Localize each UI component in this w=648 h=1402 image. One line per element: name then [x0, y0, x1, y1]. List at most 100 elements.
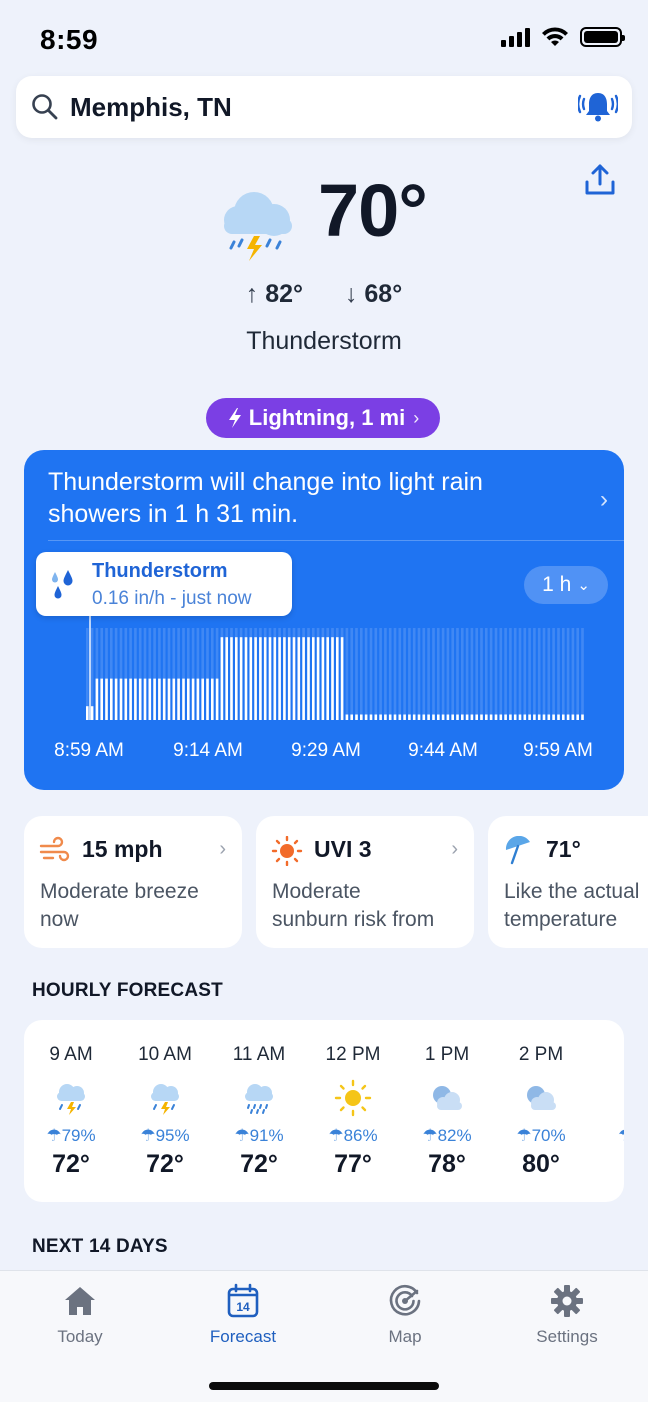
precipitation-bar — [331, 637, 334, 720]
bar-track — [552, 628, 555, 720]
precipitation-bar — [206, 678, 209, 720]
hour-temperature: 77° — [334, 1150, 372, 1178]
precipitation-bar — [552, 714, 555, 720]
precipitation-bar — [437, 714, 440, 720]
cloudy-icon — [527, 1086, 556, 1110]
tab-forecast[interactable]: 14 Forecast — [178, 1271, 308, 1351]
raindrops-icon — [52, 570, 73, 599]
precipitation-bar — [384, 714, 387, 720]
bar-track — [547, 628, 551, 720]
tooltip-title: Thunderstorm — [92, 560, 228, 582]
chevron-right-icon: › — [413, 407, 420, 428]
feels-like-temperature: 71° — [546, 836, 581, 862]
radar-icon — [389, 1284, 421, 1316]
bar-track — [461, 628, 464, 720]
precipitation-bar — [340, 637, 344, 720]
bar-track — [566, 628, 570, 720]
hourly-forecast-item[interactable]: 9 AM ☂79% 72° — [24, 1020, 118, 1202]
precipitation-bar — [244, 637, 248, 720]
bar-track — [369, 628, 373, 720]
precipitation-bar — [225, 637, 228, 720]
wifi-icon — [542, 27, 568, 46]
precipitation-bar — [187, 678, 190, 720]
precipitation-bar — [110, 678, 113, 720]
precipitation-bar — [90, 706, 94, 720]
bar-track — [432, 628, 435, 720]
sun-icon — [271, 836, 303, 866]
precipitation-bar — [533, 714, 536, 720]
precipitation-bar — [470, 714, 474, 720]
tab-today[interactable]: Today — [15, 1271, 145, 1351]
precipitation-bar — [408, 714, 411, 720]
precipitation-bar — [211, 678, 214, 720]
bar-track — [576, 628, 579, 720]
precipitation-bar — [182, 678, 185, 720]
precipitation-bar — [254, 637, 257, 720]
precipitation-bar — [456, 714, 459, 720]
chevron-down-icon: ⌄ — [577, 577, 590, 594]
precipitation-nowcast-card[interactable]: Thunderstorm will change into light rain… — [24, 450, 624, 790]
precipitation-bar — [143, 678, 147, 720]
precipitation-bar — [571, 714, 575, 720]
precipitation-bar — [158, 678, 161, 720]
bar-track — [384, 628, 387, 720]
share-icon[interactable] — [582, 162, 618, 198]
wind-card[interactable]: 15 mph › Moderate breeze now — [24, 816, 242, 948]
uv-index-card[interactable]: UVI 3 › Moderate sunburn risk from — [256, 816, 474, 948]
bar-track — [494, 628, 498, 720]
hour-label: 2 PM — [518, 1044, 564, 1065]
precipitation-bar — [509, 714, 512, 720]
bar-track — [446, 628, 450, 720]
bar-track — [518, 628, 522, 720]
hourly-forecast-item[interactable]: 11 AM ☂91% 72° — [212, 1020, 306, 1202]
feels-like-card[interactable]: 71° Like the actual temperature — [488, 816, 648, 948]
precipitation-bar — [196, 678, 200, 720]
hourly-forecast-item[interactable]: 1 PM ☂82% 78° — [400, 1020, 494, 1202]
time-range-dropdown[interactable]: 1 h ⌄ — [524, 566, 608, 604]
hourly-forecast-card[interactable]: ☂ 9 AM ☂79% 72° 10 AM ☂95% 72° 11 AM ☂91% 72° 12 … — [24, 1020, 624, 1202]
precipitation-bar — [494, 714, 498, 720]
status-time: 8:59 — [40, 24, 99, 55]
tab-label: Settings — [536, 1327, 598, 1346]
bar-track — [571, 628, 575, 720]
hourly-forecast-item[interactable]: 12 PM ☂86% 77° — [306, 1020, 400, 1202]
precipitation-bar — [475, 714, 478, 720]
tab-settings[interactable]: Settings — [502, 1271, 632, 1351]
wind-icon — [39, 836, 70, 862]
tooltip-subtitle: 0.16 in/h - just now — [92, 588, 252, 609]
bar-track — [441, 628, 445, 720]
alert-bell-icon[interactable] — [578, 89, 618, 125]
hour-label: 10 AM — [138, 1044, 192, 1065]
precipitation-bar — [119, 678, 123, 720]
precipitation-bar — [364, 714, 368, 720]
hourly-forecast-item[interactable]: 2 PM ☂70% 80° — [494, 1020, 588, 1202]
x-tick-label: 8:59 AM — [54, 740, 124, 761]
hour-temperature: 72° — [240, 1150, 278, 1178]
location-name[interactable]: Memphis, TN — [70, 92, 578, 123]
bar-track — [485, 628, 488, 720]
precipitation-chance: ☂70% — [516, 1126, 566, 1145]
tab-label: Today — [57, 1327, 103, 1346]
precipitation-bar — [129, 678, 132, 720]
tab-map[interactable]: Map — [340, 1271, 470, 1351]
precipitation-bar — [350, 714, 353, 720]
bar-track — [364, 628, 368, 720]
bar-track — [398, 628, 402, 720]
precipitation-bar — [547, 714, 551, 720]
lightning-alert-button[interactable]: Lightning, 1 mi › — [206, 398, 440, 438]
tab-label: Map — [388, 1327, 422, 1346]
precipitation-bar — [95, 678, 99, 720]
bar-track — [489, 628, 493, 720]
precipitation-bar — [292, 637, 296, 720]
hourly-forecast-item[interactable]: 10 AM ☂95% 72° — [118, 1020, 212, 1202]
precipitation-bar — [215, 678, 219, 720]
precipitation-bar — [268, 637, 272, 720]
bar-track — [360, 628, 363, 720]
bar-track — [403, 628, 406, 720]
precipitation-bar — [326, 637, 329, 720]
precipitation-bar — [287, 637, 291, 720]
location-search-bar[interactable]: Memphis, TN — [16, 76, 632, 138]
precipitation-bar — [105, 678, 108, 720]
lightning-bolt-icon — [228, 408, 241, 428]
precipitation-bar — [581, 714, 584, 720]
